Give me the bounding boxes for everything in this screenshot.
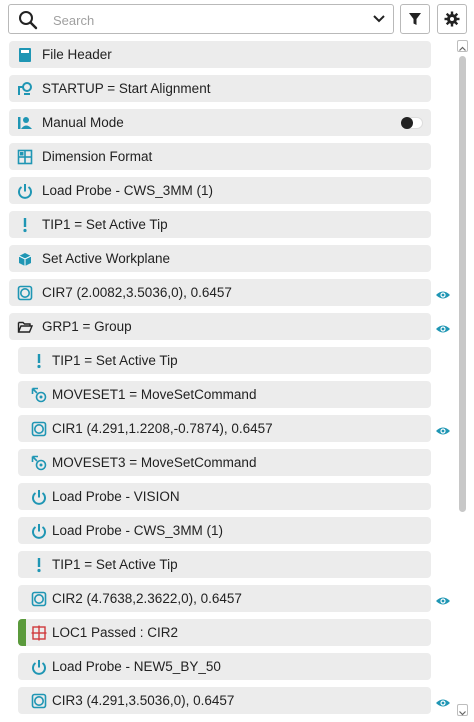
list-item[interactable]: GRP1 = Group (9, 313, 431, 340)
list-item-label: Set Active Workplane (42, 251, 171, 266)
settings-button[interactable] (437, 4, 467, 34)
search-input[interactable] (53, 9, 353, 31)
list-item-label: CIR2 (4.7638,2.3622,0), 0.6457 (52, 591, 242, 606)
list-item-label: STARTUP = Start Alignment (42, 81, 211, 96)
vertical-scrollbar[interactable] (456, 40, 470, 716)
list-item[interactable]: Set Active Workplane (9, 245, 431, 272)
list-item-label: MOVESET3 = MoveSetCommand (52, 455, 257, 470)
list-item[interactable]: Load Probe - CWS_3MM (1) (18, 517, 431, 544)
workplane-icon (18, 253, 32, 266)
list-item[interactable]: CIR3 (4.291,3.5036,0), 0.6457 (18, 687, 431, 714)
file-header-icon (19, 48, 31, 62)
manual-mode-toggle[interactable] (401, 117, 423, 129)
eye-icon[interactable] (435, 595, 451, 607)
folder-open-icon (17, 321, 33, 333)
pass-marker (18, 619, 26, 646)
probe-icon (32, 660, 46, 675)
list-item[interactable]: Load Probe - CWS_3MM (1) (9, 177, 431, 204)
dimension-format-icon (17, 149, 33, 165)
scroll-up-button[interactable] (457, 40, 468, 52)
filter-button[interactable] (400, 4, 430, 34)
circle-feature-icon (31, 591, 47, 607)
list-item-label: CIR1 (4.291,1.2208,-0.7874), 0.6457 (52, 421, 273, 436)
list-item-label: TIP1 = Set Active Tip (52, 557, 178, 572)
eye-icon[interactable] (435, 697, 451, 709)
circle-feature-icon (17, 285, 33, 301)
list-item[interactable]: TIP1 = Set Active Tip (9, 211, 431, 238)
eye-icon[interactable] (435, 425, 451, 437)
list-item[interactable]: CIR2 (4.7638,2.3622,0), 0.6457 (18, 585, 431, 612)
list-item-label: File Header (42, 47, 112, 62)
list-item-label: CIR7 (2.0082,3.5036,0), 0.6457 (42, 285, 232, 300)
scroll-thumb[interactable] (459, 56, 466, 512)
search-icon (19, 11, 38, 30)
list-item[interactable]: TIP1 = Set Active Tip (18, 551, 431, 578)
alignment-icon (18, 82, 32, 95)
circle-feature-icon (31, 693, 47, 709)
probe-icon (18, 184, 32, 199)
list-item[interactable]: Manual Mode (9, 109, 431, 136)
list-item-label: Load Probe - CWS_3MM (1) (52, 523, 224, 538)
list-item-label: LOC1 Passed : CIR2 (52, 625, 179, 640)
list-item[interactable]: Load Probe - NEW5_BY_50 (18, 653, 431, 680)
chevron-up-icon (459, 46, 466, 51)
list-item-label: Load Probe - CWS_3MM (1) (42, 183, 214, 198)
list-item[interactable]: TIP1 = Set Active Tip (18, 347, 431, 374)
probe-icon (32, 490, 46, 505)
list-item[interactable]: LOC1 Passed : CIR2 (18, 619, 431, 646)
tip-icon (37, 558, 41, 573)
list-item-label: TIP1 = Set Active Tip (52, 353, 178, 368)
probe-icon (32, 524, 46, 539)
toolbar (0, 0, 474, 40)
list-item[interactable]: CIR7 (2.0082,3.5036,0), 0.6457 (9, 279, 431, 306)
list-item[interactable]: STARTUP = Start Alignment (9, 75, 431, 102)
list-item-label: Dimension Format (42, 149, 153, 164)
search-box[interactable] (8, 4, 394, 34)
chevron-down-icon (459, 711, 466, 716)
list-item-label: TIP1 = Set Active Tip (42, 217, 168, 232)
gear-icon (444, 11, 460, 27)
list-item-label: Manual Mode (42, 115, 124, 130)
list-item[interactable]: MOVESET1 = MoveSetCommand (18, 381, 431, 408)
eye-icon[interactable] (435, 323, 451, 335)
chevron-down-icon[interactable] (366, 6, 392, 32)
list-item-label: Load Probe - NEW5_BY_50 (52, 659, 221, 674)
list-item[interactable]: Load Probe - VISION (18, 483, 431, 510)
list-item-label: MOVESET1 = MoveSetCommand (52, 387, 257, 402)
list-item[interactable]: File Header (9, 41, 431, 68)
moveset-icon (31, 455, 47, 471)
list-item-label: CIR3 (4.291,3.5036,0), 0.6457 (52, 693, 235, 708)
location-icon (31, 625, 47, 641)
circle-feature-icon (31, 421, 47, 437)
list-item[interactable]: MOVESET3 = MoveSetCommand (18, 449, 431, 476)
program-list: File Header STARTUP = Start Alignment Ma… (0, 40, 474, 722)
manual-mode-icon (18, 117, 32, 129)
toggle-knob (401, 117, 413, 129)
scroll-down-button[interactable] (457, 704, 468, 716)
list-item-label: Load Probe - VISION (52, 489, 180, 504)
list-item-label: GRP1 = Group (42, 319, 132, 334)
list-item[interactable]: Dimension Format (9, 143, 431, 170)
tip-icon (37, 354, 41, 369)
moveset-icon (31, 387, 47, 403)
eye-icon[interactable] (435, 289, 451, 301)
filter-icon (409, 13, 421, 25)
tip-icon (23, 218, 27, 233)
list-item[interactable]: CIR1 (4.291,1.2208,-0.7874), 0.6457 (18, 415, 431, 442)
